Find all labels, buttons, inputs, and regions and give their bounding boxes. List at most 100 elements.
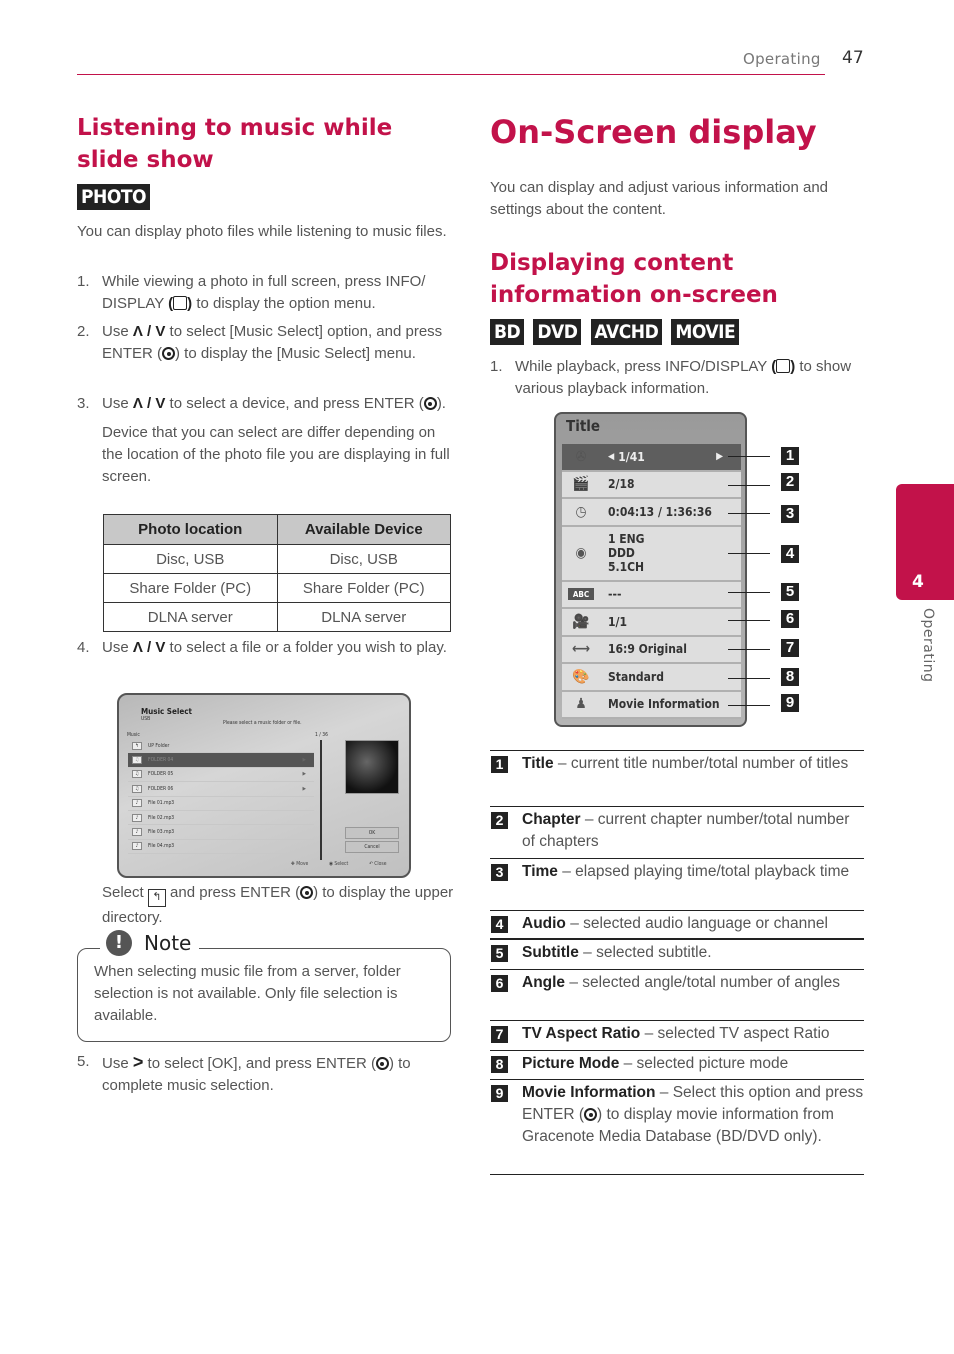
chapter-label: Operating — [920, 608, 936, 683]
enter-button-icon — [423, 397, 437, 410]
callout-line — [728, 649, 770, 650]
osd-row-time[interactable]: ◷ 0:04:13 / 1:36:36 — [562, 499, 741, 527]
description-item-subtitle: 5 Subtitle – selected subtitle. — [490, 940, 864, 970]
ms-cancel-button[interactable]: Cancel — [345, 841, 399, 853]
music-file-icon: ♪ — [132, 813, 142, 822]
speaker-icon: ◉ — [575, 545, 587, 561]
osd-row-aspect[interactable]: ⟷ 16:9 Original — [562, 636, 741, 664]
enter-button-icon — [300, 886, 314, 899]
ms-list-item[interactable]: ♪ File 03.mp3 — [128, 825, 314, 840]
upper-directory-text: Select ↰ and press ENTER () to display t… — [102, 884, 454, 926]
ms-file-list: ↰ UP Folder ♫ FOLDER 04 ▶ ♫ FOLDER 05 ▶ ♫ FOLD… — [128, 739, 314, 855]
note-title: Note — [144, 931, 192, 955]
callout-line — [728, 705, 770, 706]
table-row: Disc, USB Disc, USB — [103, 544, 451, 574]
up-down-arrows-icon: Λ / V — [132, 323, 166, 340]
description-item-movie-info: 9 Movie Information – Select this option … — [490, 1080, 864, 1175]
camera-icon: 🎥 — [572, 613, 590, 630]
ms-list-item[interactable]: ♪ File 02.mp3 — [128, 811, 314, 826]
music-folder-icon: ♫ — [132, 756, 142, 765]
step-3-extra: Device that you can select are differ de… — [102, 424, 450, 485]
callout-number: 7 — [781, 639, 799, 657]
callout-line — [728, 456, 770, 457]
step-1: 1. While viewing a photo in full screen,… — [77, 273, 426, 312]
right-intro: You can display and adjust various infor… — [490, 179, 828, 218]
callout-line — [728, 513, 770, 514]
ms-list-item[interactable]: ♪ File 04.mp3 — [128, 840, 314, 855]
table-row: DLNA server DLNA server — [103, 602, 451, 632]
osd-row-chapter[interactable]: 🎬 2/18 — [562, 471, 741, 499]
ms-footer-move: ✥ Move — [291, 861, 309, 867]
callout-number: 2 — [781, 473, 799, 491]
callout-number: 6 — [781, 610, 799, 628]
description-item-audio: 4 Audio – selected audio language or chan… — [490, 911, 864, 940]
description-item-aspect: 7 TV Aspect Ratio – selected TV aspect Ra… — [490, 1021, 864, 1051]
section-heading-music-slideshow: Listening to music while slide show — [77, 115, 393, 173]
ms-list-item[interactable]: ♫ FOLDER 04 ▶ — [128, 753, 314, 768]
step-2: 2. Use Λ / V to select [Music Select] op… — [77, 323, 443, 362]
osd-row-audio[interactable]: ◉ 1 ENG DDD 5.1CH — [562, 526, 741, 582]
callout-number: 3 — [781, 505, 799, 523]
disc-type-badges: BD DVD AVCHD MOVIE — [490, 319, 743, 345]
table-header: Available Device — [276, 514, 451, 545]
step-4: 4. Use Λ / V to select a file or a folde… — [77, 639, 447, 656]
osd-row-subtitle[interactable]: ABC --- — [562, 581, 741, 609]
ms-footer-close: ↶ Close — [369, 861, 387, 867]
badge-bd: BD — [490, 319, 525, 345]
ms-count: 1 / 36 — [315, 732, 328, 738]
music-file-icon: ♪ — [132, 828, 142, 837]
description-item-chapter: 2 Chapter – current chapter number/total … — [490, 807, 864, 859]
step-3: 3. Use Λ / V to select a device, and pre… — [77, 393, 455, 488]
chapter-number: 4 — [912, 572, 924, 592]
exclamation-icon: ! — [106, 930, 132, 956]
music-folder-icon: ♫ — [132, 784, 142, 793]
osd-screenshot: Title ✇ ◀ 1/41 ▶ 🎬 2/18 ◷ 0:04:13 / 1:36:36 ◉… — [554, 412, 747, 727]
header-section: Operating — [743, 50, 821, 68]
description-item-title: 1 Title – current title number/total numb… — [490, 751, 864, 807]
abc-subtitle-icon: ABC — [568, 588, 594, 601]
osd-description-list: 1 Title – current title number/total numb… — [490, 750, 864, 1175]
aspect-icon: ⟷ — [571, 641, 591, 658]
ms-list-item[interactable]: ↰ UP Folder — [128, 739, 314, 754]
osd-row-angle[interactable]: 🎥 1/1 — [562, 609, 741, 637]
callout-number: 8 — [781, 668, 799, 686]
clapperboard-icon: 🎬 — [572, 476, 590, 493]
osd-row-picture-mode[interactable]: 🎨 Standard — [562, 664, 741, 692]
music-file-icon: ♪ — [132, 799, 142, 808]
osd-row-movie-info[interactable]: ♟ Movie Information — [562, 691, 741, 719]
osd-step-1: 1. While playback, press INFO/DISPLAY ()… — [490, 358, 852, 397]
osd-row-title[interactable]: ✇ ◀ 1/41 ▶ — [562, 444, 741, 472]
callout-number: 1 — [781, 447, 799, 465]
enter-button-icon — [162, 347, 175, 360]
callout-number: 9 — [781, 694, 799, 712]
callout-number: 4 — [781, 545, 799, 563]
ms-list-item[interactable]: ♫ FOLDER 05 ▶ — [128, 768, 314, 783]
badge-avchd: AVCHD — [590, 319, 663, 345]
album-art-image — [345, 740, 399, 794]
ms-ok-button[interactable]: OK — [345, 827, 399, 839]
header-divider — [77, 74, 825, 75]
page-number: 47 — [842, 48, 864, 68]
display-button-icon — [173, 296, 188, 310]
ms-list-item[interactable]: ♫ FOLDER 06 ▶ — [128, 782, 314, 797]
osd-title: Title — [566, 417, 601, 435]
photo-badge: PHOTO — [77, 184, 154, 210]
note-text: When selecting music file from a server,… — [94, 963, 401, 1024]
music-folder-icon: ♫ — [132, 770, 142, 779]
clock-icon: ◷ — [575, 503, 587, 520]
up-down-arrows-icon: Λ / V — [132, 639, 166, 656]
badge-movie: MOVIE — [671, 319, 740, 345]
page-title: On-Screen display — [490, 113, 817, 151]
callout-line — [728, 485, 770, 486]
table-header-row: Photo location Available Device — [103, 514, 451, 545]
up-folder-icon: ↰ — [132, 741, 142, 750]
ms-scrollbar[interactable] — [320, 740, 322, 860]
right-arrow-icon: ▶ — [716, 451, 723, 463]
step-5: 5. Use > to select [OK], and press ENTER… — [77, 1052, 411, 1094]
ms-list-item[interactable]: ♪ File 01.mp3 — [128, 797, 314, 811]
up-down-arrows-icon: Λ / V — [132, 395, 166, 412]
callout-line — [728, 553, 770, 554]
chapter-tab[interactable]: 4 — [896, 484, 954, 600]
table-row: Share Folder (PC) Share Folder (PC) — [103, 573, 451, 603]
disc-icon: ✇ — [575, 448, 587, 465]
